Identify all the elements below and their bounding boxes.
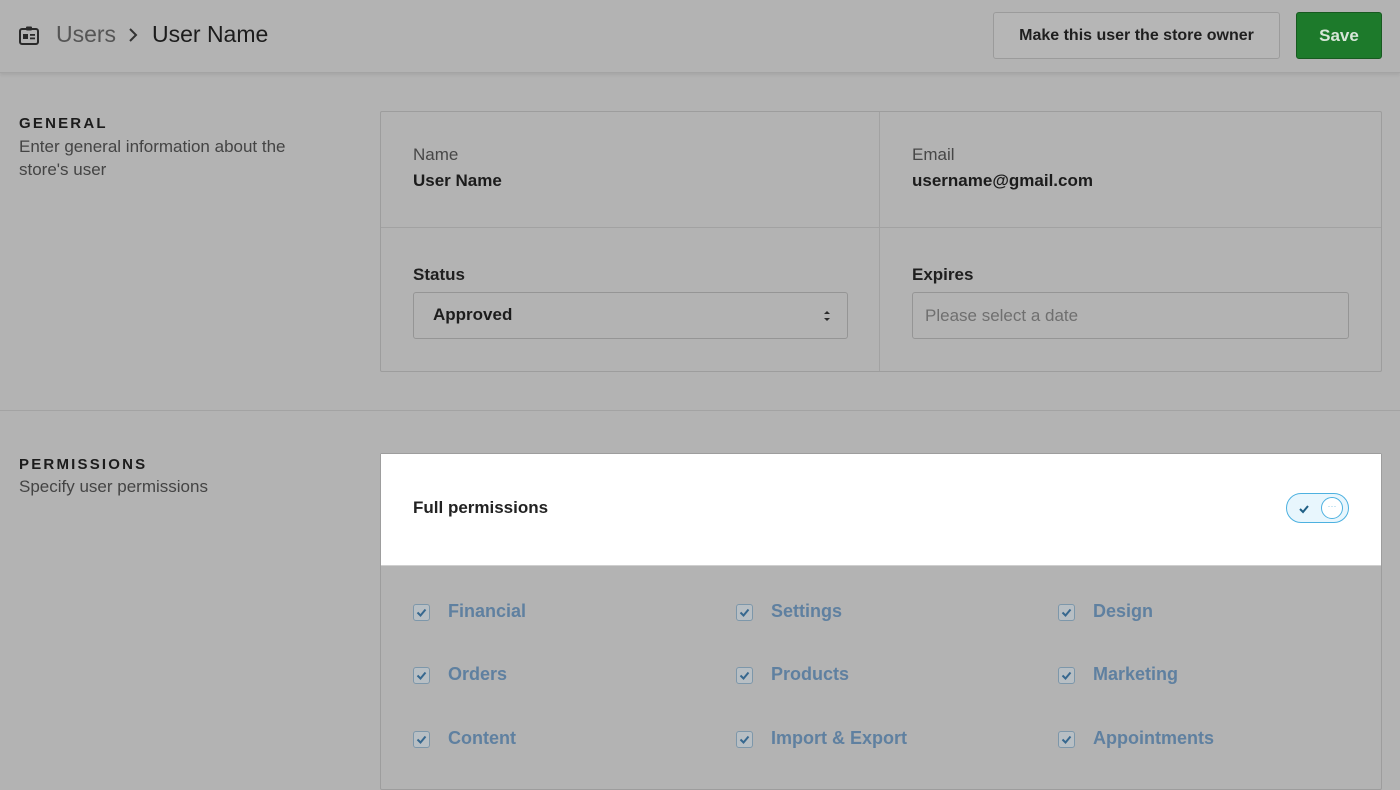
permissions-section-title: PERMISSIONS: [19, 456, 148, 473]
checkbox-checked-icon[interactable]: [413, 731, 430, 748]
checkbox-checked-icon[interactable]: [413, 604, 430, 621]
full-permissions-row: Full permissions ···: [381, 454, 1381, 566]
general-section-description: Enter general information about the stor…: [19, 137, 286, 179]
full-permissions-toggle[interactable]: ···: [1286, 493, 1349, 523]
check-icon: [1298, 502, 1310, 514]
expires-date-input[interactable]: [912, 292, 1349, 339]
checkbox-checked-icon[interactable]: [1058, 667, 1075, 684]
checkbox-checked-icon[interactable]: [1058, 731, 1075, 748]
permission-label: Marketing: [1093, 664, 1179, 684]
name-label: Name: [413, 145, 459, 164]
card-divider-vertical: [879, 112, 880, 371]
breadcrumb-users-link[interactable]: Users: [56, 21, 116, 48]
chevron-right-icon: [125, 26, 141, 44]
section-divider: [0, 410, 1400, 411]
permission-label: Design: [1093, 601, 1154, 621]
page-title: User Name: [152, 21, 269, 47]
checkbox-checked-icon[interactable]: [736, 604, 753, 621]
general-section-title: GENERAL: [19, 115, 108, 132]
permissions-card: Full permissions ··· Financial Settings …: [380, 453, 1382, 790]
name-value: User Name: [413, 171, 502, 190]
permission-label: Financial: [448, 601, 527, 621]
expires-label: Expires: [912, 265, 974, 284]
select-arrows-icon: [823, 309, 831, 323]
toggle-knob[interactable]: ···: [1321, 497, 1343, 519]
checkbox-checked-icon[interactable]: [413, 667, 430, 684]
make-store-owner-button[interactable]: Make this user the store owner: [993, 12, 1280, 59]
checkbox-checked-icon[interactable]: [1058, 604, 1075, 621]
status-select[interactable]: Approved: [413, 292, 848, 339]
checkbox-checked-icon[interactable]: [736, 667, 753, 684]
permission-label: Products: [771, 664, 850, 684]
permission-label: Content: [448, 728, 516, 748]
save-button[interactable]: Save: [1296, 12, 1382, 59]
top-bar: Users User Name Make this user the store…: [0, 0, 1400, 73]
general-card: Name User Name Email username@gmail.com …: [380, 111, 1382, 372]
permission-label: Import & Export: [771, 728, 908, 748]
permission-label: Settings: [771, 601, 843, 621]
permission-label: Appointments: [1093, 728, 1214, 748]
permissions-section-description: Specify user permissions: [19, 477, 208, 496]
full-permissions-label: Full permissions: [413, 498, 549, 517]
status-label: Status: [413, 265, 465, 284]
user-badge-icon: [18, 25, 40, 47]
card-divider-horizontal: [381, 227, 1381, 228]
email-value: username@gmail.com: [912, 171, 1093, 190]
permission-label: Orders: [448, 664, 508, 684]
checkbox-checked-icon[interactable]: [736, 731, 753, 748]
email-label: Email: [912, 145, 955, 164]
status-select-value: Approved: [433, 305, 513, 324]
